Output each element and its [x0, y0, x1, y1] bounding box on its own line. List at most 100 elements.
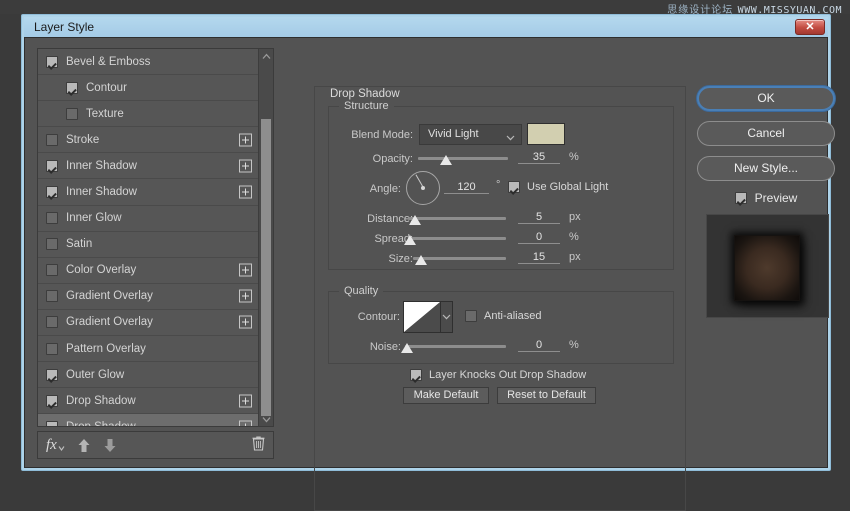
effect-row[interactable]: Drop Shadow	[38, 414, 258, 426]
anti-aliased-checkbox[interactable]: Anti-aliased	[465, 310, 541, 322]
effect-visibility-checkbox[interactable]	[46, 55, 58, 68]
effect-row-label: Texture	[86, 107, 124, 120]
effect-row[interactable]: Stroke	[38, 127, 258, 154]
add-effect-icon[interactable]	[239, 159, 252, 173]
opacity-slider[interactable]	[418, 153, 508, 165]
use-global-light-checkbox[interactable]: Use Global Light	[508, 181, 608, 193]
effect-visibility-checkbox[interactable]	[66, 81, 78, 94]
effect-row[interactable]: Satin	[38, 232, 258, 258]
effect-row[interactable]: Drop Shadow	[38, 388, 258, 415]
effect-visibility-checkbox[interactable]	[66, 107, 78, 120]
effect-visibility-checkbox[interactable]	[46, 342, 58, 355]
effect-row[interactable]: Outer Glow	[38, 362, 258, 389]
effect-row[interactable]: Pattern Overlay	[38, 336, 258, 363]
effect-visibility-checkbox[interactable]	[46, 394, 58, 407]
scroll-up-icon[interactable]	[259, 49, 273, 63]
chevron-down-icon[interactable]	[440, 302, 452, 332]
distance-slider[interactable]	[408, 213, 506, 225]
noise-label: Noise:	[369, 341, 401, 353]
effects-list-container: Bevel & Emboss Contour Texture Stroke Inner …	[37, 48, 274, 427]
angle-input[interactable]: 120	[444, 181, 489, 194]
make-default-button[interactable]: Make Default	[403, 387, 489, 404]
distance-slider-thumb[interactable]	[408, 215, 421, 225]
size-slider-thumb[interactable]	[415, 255, 428, 265]
effect-row[interactable]: Color Overlay	[38, 258, 258, 284]
effect-row[interactable]: Inner Shadow	[38, 179, 258, 206]
opacity-slider-thumb[interactable]	[440, 155, 453, 165]
noise-input[interactable]: 0	[518, 339, 560, 352]
spread-slider[interactable]	[403, 233, 506, 245]
use-global-light-check-icon	[508, 181, 520, 193]
trash-icon[interactable]	[252, 435, 265, 456]
contour-preset-select[interactable]	[403, 301, 453, 333]
preview-label: Preview	[754, 191, 798, 205]
ok-button[interactable]: OK	[697, 86, 835, 111]
effect-row-label: Satin	[66, 238, 93, 251]
effect-row-label: Drop Shadow	[66, 394, 136, 407]
blend-mode-select[interactable]: Vivid Light	[419, 124, 522, 145]
noise-unit: %	[569, 339, 579, 351]
effects-toolbar: fx	[37, 431, 274, 459]
distance-input[interactable]: 5	[518, 211, 560, 224]
scrollbar-thumb[interactable]	[261, 119, 271, 416]
add-effect-icon[interactable]	[239, 315, 252, 329]
size-input[interactable]: 15	[518, 251, 560, 264]
effect-visibility-checkbox[interactable]	[46, 212, 58, 225]
effect-row[interactable]: Texture	[38, 101, 258, 128]
opacity-input[interactable]: 35	[518, 151, 560, 164]
fx-icon[interactable]: fx	[46, 437, 65, 454]
layer-knocks-out-label: Layer Knocks Out Drop Shadow	[429, 369, 587, 381]
effect-visibility-checkbox[interactable]	[46, 264, 58, 277]
add-effect-icon[interactable]	[239, 185, 252, 199]
effect-visibility-checkbox[interactable]	[46, 420, 58, 426]
effect-visibility-checkbox[interactable]	[46, 186, 58, 199]
effects-list[interactable]: Bevel & Emboss Contour Texture Stroke Inner …	[38, 49, 258, 426]
add-effect-icon[interactable]	[239, 394, 252, 408]
effect-row[interactable]: Bevel & Emboss	[38, 49, 258, 76]
add-effect-icon[interactable]	[239, 289, 252, 303]
effect-row-label: Bevel & Emboss	[66, 55, 151, 68]
move-down-icon[interactable]	[103, 438, 117, 453]
new-style-button[interactable]: New Style...	[697, 156, 835, 181]
effect-visibility-checkbox[interactable]	[46, 290, 58, 303]
noise-slider[interactable]	[401, 341, 506, 353]
shadow-color-swatch[interactable]	[527, 123, 565, 145]
effect-row[interactable]: Inner Shadow	[38, 153, 258, 180]
effect-row[interactable]: Inner Glow	[38, 206, 258, 232]
scrollbar-track[interactable]	[259, 63, 273, 416]
structure-group-title: Structure	[339, 100, 394, 112]
noise-slider-thumb[interactable]	[401, 343, 414, 353]
effect-row-label: Color Overlay	[66, 264, 137, 277]
opacity-label: Opacity:	[372, 153, 413, 165]
effect-row[interactable]: Gradient Overlay	[38, 284, 258, 310]
add-effect-icon[interactable]	[239, 263, 252, 277]
spread-input[interactable]: 0	[518, 231, 560, 244]
layer-knocks-out-checkbox[interactable]: Layer Knocks Out Drop Shadow	[410, 369, 586, 381]
angle-dial[interactable]	[406, 171, 440, 205]
spread-slider-track	[408, 237, 506, 240]
effect-visibility-checkbox[interactable]	[46, 238, 58, 251]
move-up-icon[interactable]	[77, 438, 91, 453]
effect-visibility-checkbox[interactable]	[46, 133, 58, 146]
effect-visibility-checkbox[interactable]	[46, 159, 58, 172]
cancel-button[interactable]: Cancel	[697, 121, 835, 146]
spread-slider-thumb[interactable]	[403, 235, 416, 245]
preview-shape	[733, 235, 800, 301]
add-effect-icon[interactable]	[239, 420, 252, 426]
size-slider[interactable]	[413, 253, 506, 265]
reset-to-default-button[interactable]: Reset to Default	[497, 387, 596, 404]
angle-unit: °	[496, 179, 501, 191]
noise-slider-track	[405, 345, 506, 348]
preview-checkbox[interactable]: Preview	[697, 191, 835, 205]
chevron-down-icon	[506, 132, 515, 144]
effect-row[interactable]: Contour	[38, 75, 258, 102]
effect-visibility-checkbox[interactable]	[46, 368, 58, 381]
add-effect-icon[interactable]	[239, 133, 252, 147]
effect-row[interactable]: Gradient Overlay	[38, 310, 258, 337]
effects-panel: Bevel & Emboss Contour Texture Stroke Inner …	[37, 48, 274, 459]
effect-visibility-checkbox[interactable]	[46, 316, 58, 329]
effects-scrollbar[interactable]	[258, 49, 273, 426]
close-icon[interactable]: ✕	[795, 19, 825, 35]
layer-style-window: Layer Style ✕ Bevel & Emboss Contour Textu…	[21, 14, 835, 511]
right-panel: OK Cancel New Style... Preview	[697, 86, 837, 318]
